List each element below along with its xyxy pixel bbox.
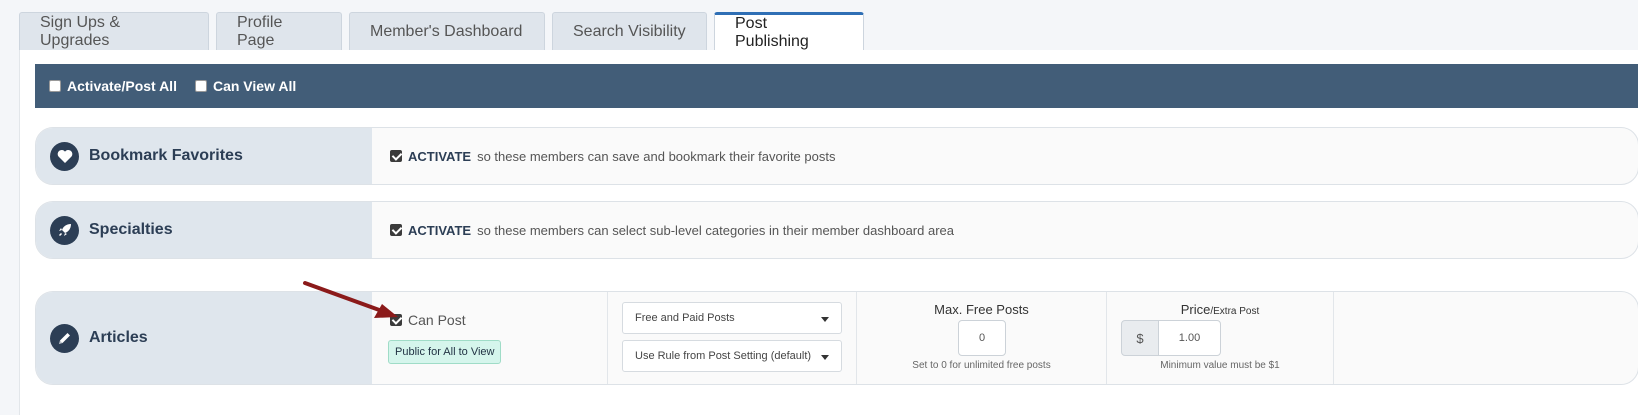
- max-free-posts-label: Max. Free Posts: [934, 302, 1029, 317]
- post-type-select-value: Free and Paid Posts: [635, 312, 735, 324]
- price-cell: Price/Extra Post $ 1.00 Minimum value mu…: [1106, 292, 1333, 384]
- row-title: Articles: [89, 329, 148, 346]
- bulk-actions-bar: Activate/Post All Can View All: [35, 64, 1638, 108]
- tab-profile-page[interactable]: Profile Page: [216, 12, 342, 50]
- activate-all-toggle[interactable]: Activate/Post All: [49, 78, 177, 94]
- max-free-posts-hint: Set to 0 for unlimited free posts: [912, 360, 1051, 371]
- row-title: Specialties: [89, 221, 173, 238]
- max-free-posts-cell: Max. Free Posts 0 Set to 0 for unlimited…: [856, 292, 1106, 384]
- activate-label: ACTIVATE: [408, 222, 472, 238]
- page: Sign Ups & Upgrades Profile Page Member'…: [0, 0, 1638, 415]
- setting-description: so these members can save and bookmark t…: [477, 148, 836, 164]
- post-type-select[interactable]: Free and Paid Posts: [622, 302, 842, 334]
- tab-panel: Activate/Post All Can View All Bookmark …: [19, 50, 1638, 415]
- post-rule-select-value: Use Rule from Post Setting (default): [635, 350, 812, 362]
- row-header: Bookmark Favorites: [36, 128, 372, 184]
- price-label-sub: /Extra Post: [1210, 306, 1260, 317]
- row-title: Bookmark Favorites: [89, 147, 243, 164]
- bookmark-activate-checkbox[interactable]: [390, 150, 402, 162]
- price-label: Price/Extra Post: [1107, 302, 1333, 317]
- pencil-icon: [50, 323, 79, 353]
- activate-all-label: Activate/Post All: [67, 78, 177, 94]
- row-bookmark-favorites: Bookmark Favorites ACTIVATE so these mem…: [35, 127, 1638, 185]
- specialties-activate-checkbox[interactable]: [390, 224, 402, 236]
- currency-addon: $: [1121, 320, 1159, 356]
- price-hint: Minimum value must be $1: [1160, 360, 1280, 371]
- activate-label: ACTIVATE: [408, 148, 472, 164]
- visibility-badge: Public for All to View: [388, 340, 502, 364]
- view-all-label: Can View All: [212, 78, 297, 94]
- tab-search-visibility[interactable]: Search Visibility: [552, 12, 707, 50]
- post-type-cell: Free and Paid Posts Use Rule from Post S…: [607, 292, 856, 384]
- price-label-main: Price: [1180, 302, 1211, 317]
- heart-icon: [50, 141, 79, 171]
- activate-all-checkbox[interactable]: [49, 80, 61, 92]
- view-all-checkbox[interactable]: [194, 80, 207, 92]
- chevron-down-icon: [821, 355, 829, 360]
- row-specialties: Specialties ACTIVATE so these members ca…: [35, 201, 1638, 259]
- annotation-arrow: [303, 281, 398, 318]
- tab-post-publishing[interactable]: Post Publishing: [714, 12, 864, 50]
- price-input[interactable]: 1.00: [1158, 320, 1221, 356]
- chevron-down-icon: [821, 317, 829, 322]
- view-all-toggle[interactable]: Can View All: [194, 78, 297, 94]
- tab-sign-ups-upgrades[interactable]: Sign Ups & Upgrades: [19, 12, 209, 50]
- row-header: Specialties: [36, 202, 372, 258]
- post-rule-select[interactable]: Use Rule from Post Setting (default): [622, 340, 842, 372]
- can-post-label: Can Post: [408, 312, 466, 328]
- row-setting: ACTIVATE so these members can select sub…: [372, 202, 1638, 258]
- row-setting: ACTIVATE so these members can save and b…: [372, 128, 1638, 184]
- rocket-icon: [50, 215, 79, 245]
- tab-members-dashboard[interactable]: Member's Dashboard: [349, 12, 545, 50]
- setting-description: so these members can select sub-level ca…: [477, 222, 954, 238]
- max-free-posts-input[interactable]: 0: [958, 320, 1006, 356]
- row-articles: Articles Can Post Public for All to View…: [35, 291, 1638, 385]
- empty-cell: [1333, 292, 1638, 384]
- tab-bar: Sign Ups & Upgrades Profile Page Member'…: [19, 12, 864, 50]
